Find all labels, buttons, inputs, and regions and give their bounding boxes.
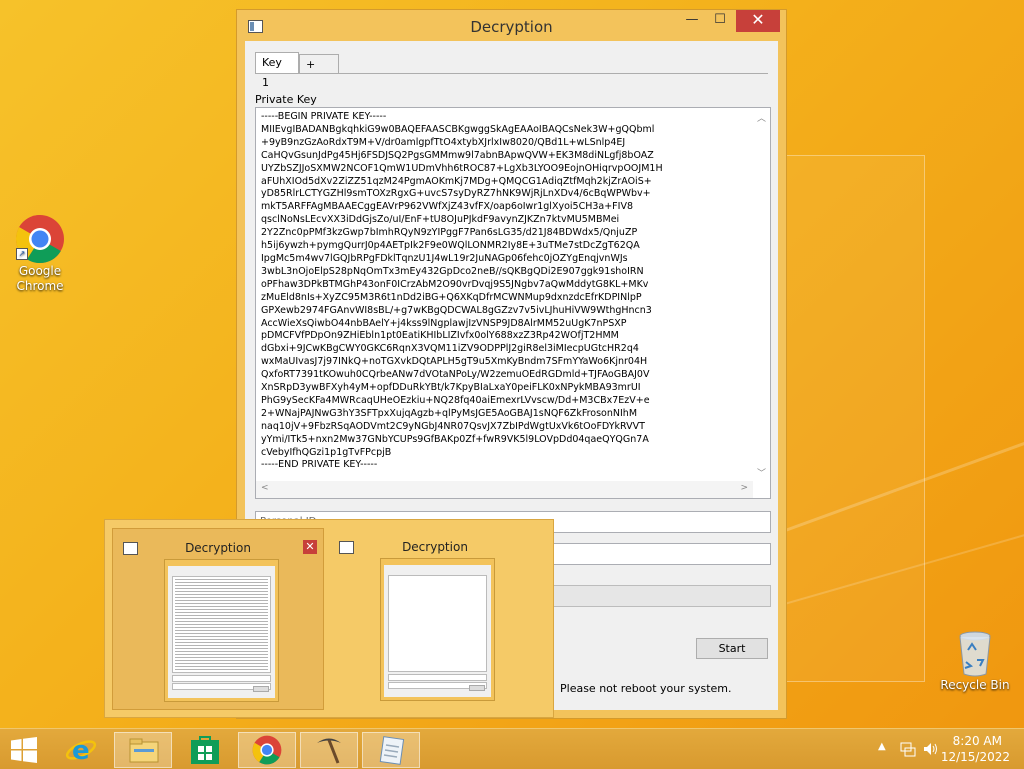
recycle-bin-icon xyxy=(959,631,991,677)
taskbar-file-explorer[interactable] xyxy=(114,732,172,768)
vertical-scrollbar[interactable]: ︿ ﹀ xyxy=(753,108,770,481)
svg-text:e: e xyxy=(72,736,90,766)
start-icon xyxy=(11,737,37,763)
desktop-icon-label: Google xyxy=(18,264,62,278)
taskbar-chrome[interactable] xyxy=(238,732,296,768)
scroll-left-icon[interactable]: < xyxy=(261,483,269,493)
minimize-button[interactable]: — xyxy=(678,10,706,32)
taskbar-thumbnail-preview: Decryption ✕ Decryption xyxy=(104,519,554,718)
scroll-right-icon[interactable]: > xyxy=(740,483,748,493)
scroll-up-icon[interactable]: ︿ xyxy=(757,111,766,124)
thumbnail-window-1[interactable]: Decryption ✕ xyxy=(112,528,324,710)
internet-explorer-icon: e xyxy=(65,736,97,766)
tab-add[interactable]: + xyxy=(299,54,339,74)
taskbar-decryption-app[interactable] xyxy=(300,732,358,768)
file-explorer-icon xyxy=(129,738,159,763)
pickaxe-app-icon xyxy=(317,738,341,764)
taskbar: e ▲ 8:20 AM 12/15/2022 xyxy=(0,728,1024,769)
show-hidden-icons-icon[interactable]: ▲ xyxy=(878,741,886,752)
private-key-label: Private Key xyxy=(255,93,317,106)
shortcut-arrow-icon: ↗ xyxy=(16,248,28,260)
start-button[interactable]: Start xyxy=(696,638,768,659)
taskbar-notepad-app[interactable] xyxy=(362,732,420,768)
desktop-icon-label: Chrome xyxy=(16,279,64,293)
clock-time[interactable]: 8:20 AM xyxy=(953,734,1002,748)
desktop-icon-label: Recycle Bin xyxy=(940,678,1010,692)
tab-divider xyxy=(255,73,768,74)
horizontal-scrollbar[interactable]: < > xyxy=(256,481,753,498)
thumbnail-close-button[interactable]: ✕ xyxy=(303,540,317,554)
thumbnail-title: Decryption xyxy=(185,541,251,555)
private-key-text: -----BEGIN PRIVATE KEY----- MIIEvgIBADAN… xyxy=(261,111,663,471)
window-titlebar[interactable]: Decryption — ☐ ✕ xyxy=(237,10,786,42)
store-icon xyxy=(191,736,219,764)
thumbnail-title: Decryption xyxy=(402,540,468,554)
thumbnail-preview-image xyxy=(164,559,279,702)
volume-icon[interactable] xyxy=(922,741,938,757)
thumbnail-preview-image xyxy=(380,558,495,701)
tab-key-1[interactable]: Key 1 xyxy=(255,52,299,89)
taskbar-internet-explorer[interactable]: e xyxy=(52,732,110,768)
reboot-notice: Please not reboot your system. xyxy=(560,682,732,695)
chrome-icon xyxy=(252,735,282,765)
thumbnail-window-2[interactable]: Decryption xyxy=(329,528,541,710)
scroll-down-icon[interactable]: ﹀ xyxy=(757,466,766,479)
desktop-icon-google-chrome[interactable]: ↗ Google Chrome xyxy=(0,214,80,294)
network-icon[interactable] xyxy=(900,741,916,757)
desktop-icon-recycle-bin[interactable]: Recycle Bin xyxy=(935,630,1015,693)
notepad-app-icon xyxy=(379,736,405,765)
close-button[interactable]: ✕ xyxy=(736,10,780,32)
system-tray: ▲ 8:20 AM 12/15/2022 xyxy=(864,729,1024,769)
taskbar-store[interactable] xyxy=(176,732,234,768)
start-button[interactable] xyxy=(0,732,48,768)
maximize-button[interactable]: ☐ xyxy=(706,10,734,32)
clock-date[interactable]: 12/15/2022 xyxy=(941,750,1010,764)
private-key-textarea[interactable]: -----BEGIN PRIVATE KEY----- MIIEvgIBADAN… xyxy=(255,107,771,499)
